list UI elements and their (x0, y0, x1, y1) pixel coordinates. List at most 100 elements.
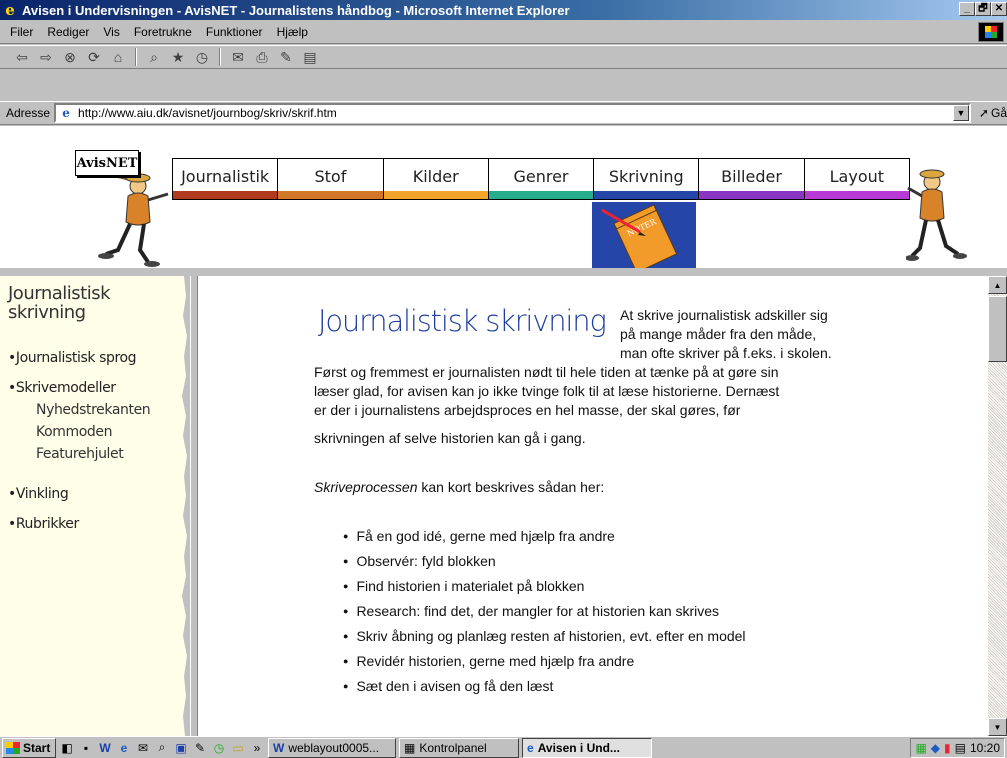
tab-genrer[interactable]: Genrer (488, 159, 595, 199)
sidebar-item-rubrikker[interactable]: •Rubrikker (8, 516, 79, 532)
tab-journalistik[interactable]: Journalistik (173, 159, 279, 199)
search-icon[interactable]: ⌕ (144, 47, 164, 67)
address-field[interactable]: e http://www.aiu.dk/avisnet/journbog/skr… (54, 103, 971, 123)
list-item: Få en god idé, gerne med hjælp fra andre (343, 524, 746, 549)
overflow-chevron[interactable]: » (249, 740, 265, 756)
menu-bar: Filer Rediger Vis Foretrukne Funktioner … (0, 20, 1007, 44)
tab-color-bar (594, 191, 699, 199)
windows-logo-icon (978, 22, 1004, 42)
chat-icon[interactable]: ▣ (173, 740, 189, 756)
menu-funktioner[interactable]: Funktioner (206, 25, 263, 39)
address-label: Adresse (6, 106, 51, 120)
search-icon[interactable]: ⌕ (154, 740, 170, 756)
word-doc-icon: W (273, 740, 285, 755)
back-icon[interactable]: ⇦ (12, 47, 32, 67)
process-intro: Skriveprocessen kan kort beskrives sådan… (314, 478, 604, 497)
go-button[interactable]: ➚ Gå (979, 106, 1007, 120)
task-label: weblayout0005... (288, 740, 380, 755)
go-label: Gå (990, 106, 1007, 120)
tab-stof[interactable]: Stof (278, 159, 384, 199)
scrollbar-thumb[interactable] (988, 296, 1007, 362)
tab-billeder[interactable]: Billeder (699, 159, 805, 199)
menu-rediger[interactable]: Rediger (47, 25, 89, 39)
network-icon[interactable]: ▦ (915, 741, 926, 755)
toolbar-separator (219, 48, 221, 66)
clock-icon[interactable]: ◷ (211, 740, 227, 756)
task-label: Kontrolpanel (419, 740, 487, 755)
tab-color-bar (173, 191, 278, 199)
desktop-icon[interactable]: ▪ (78, 740, 94, 756)
discuss-icon[interactable]: ▤ (300, 47, 320, 67)
avisnet-sign[interactable]: AvisNET (75, 150, 139, 176)
tab-label: Skrivning (608, 167, 684, 186)
tab-skrivning[interactable]: Skrivning (594, 159, 700, 199)
folder-icon[interactable]: ▭ (230, 740, 246, 756)
taskbar: Start ◧ ▪ W e ✉ ⌕ ▣ ✎ ◷ ▭ » W weblayout0… (0, 736, 1007, 758)
sidebar-item-skrivemodeller[interactable]: •Skrivemodeller (8, 380, 116, 396)
task-internet-explorer[interactable]: e Avisen i Und... (522, 737, 652, 758)
list-item: Find historien i materialet på blokken (343, 574, 746, 599)
sidebar-item-kommoden[interactable]: Kommoden (36, 424, 112, 440)
restore-button[interactable]: 🗗 (975, 2, 991, 16)
close-button[interactable]: ✕ (991, 2, 1007, 16)
scroll-down-icon[interactable]: ▼ (988, 718, 1007, 736)
chevron-down-icon[interactable]: ▼ (952, 105, 969, 121)
tray-app-icon[interactable]: ▮ (944, 741, 951, 755)
window-title-bar[interactable]: e Avisen i Undervisningen - AvisNET - Jo… (0, 0, 1007, 20)
internet-explorer-icon: e (5, 1, 15, 19)
volume-icon[interactable]: ◆ (931, 741, 940, 755)
internet-explorer-icon[interactable]: e (116, 740, 132, 756)
paint-icon[interactable]: ✎ (192, 740, 208, 756)
task-label: Avisen i Und... (537, 740, 620, 755)
start-label: Start (23, 740, 51, 755)
stop-icon[interactable]: ⊗ (60, 47, 80, 67)
tab-color-bar (383, 191, 488, 199)
clock[interactable]: 10:20 (970, 741, 1000, 755)
frame-divider[interactable] (190, 276, 198, 736)
tab-kilder[interactable]: Kilder (383, 159, 489, 199)
tab-layout[interactable]: Layout (804, 159, 909, 199)
sidebar-item-journalistisk-sprog[interactable]: •Journalistisk sprog (8, 350, 137, 366)
keyboard-icon[interactable]: ▤ (955, 741, 966, 755)
home-icon[interactable]: ⌂ (108, 47, 128, 67)
quick-launch-icon[interactable]: ◧ (59, 740, 75, 756)
history-icon[interactable]: ◷ (192, 47, 212, 67)
tab-label: Billeder (721, 167, 782, 186)
minimize-button[interactable]: _ (959, 2, 975, 16)
outlook-icon[interactable]: ✉ (135, 740, 151, 756)
window-controls: _ 🗗 ✕ (959, 2, 1007, 16)
start-button[interactable]: Start (2, 737, 56, 758)
forward-icon[interactable]: ⇨ (36, 47, 56, 67)
sidebar-item-featurehjulet[interactable]: Featurehjulet (36, 446, 124, 462)
list-item: Revidér historien, gerne med hjælp fra a… (343, 649, 746, 674)
page-icon: e (62, 106, 70, 120)
print-icon[interactable]: ⎙ (252, 47, 272, 67)
tab-label: Stof (314, 167, 347, 186)
address-bar: Adresse e http://www.aiu.dk/avisnet/jour… (0, 101, 1007, 125)
sidebar-item-nyhedstrekanten[interactable]: Nyhedstrekanten (36, 402, 151, 418)
go-arrow-icon: ➚ (978, 106, 989, 120)
word-icon[interactable]: W (97, 740, 113, 756)
edit-icon[interactable]: ✎ (276, 47, 296, 67)
tab-color-bar (488, 191, 594, 199)
mail-icon[interactable]: ✉ (228, 47, 248, 67)
intro-text: man ofte skriver på f.eks. i skolen. (620, 345, 832, 361)
task-kontrolpanel[interactable]: ▦ Kontrolpanel (399, 737, 519, 758)
cartoon-reporter-right-icon (906, 169, 967, 261)
toolbar-spacer (0, 70, 1007, 101)
menu-vis[interactable]: Vis (103, 25, 119, 39)
menu-filer[interactable]: Filer (10, 25, 33, 39)
vertical-scrollbar[interactable]: ▲ ▼ (988, 276, 1007, 736)
menu-foretrukne[interactable]: Foretrukne (134, 25, 192, 39)
task-weblayout[interactable]: W weblayout0005... (268, 737, 396, 758)
system-tray: ▦ ◆ ▮ ▤ 10:20 (910, 738, 1005, 758)
menu-hjaelp[interactable]: Hjælp (277, 25, 308, 39)
favorites-icon[interactable]: ★ (168, 47, 188, 67)
refresh-icon[interactable]: ⟳ (84, 47, 104, 67)
address-url: http://www.aiu.dk/avisnet/journbog/skriv… (78, 106, 337, 120)
sidebar-frame: Journalistisk skrivning •Journalistisk s… (0, 276, 190, 736)
tab-label: Journalistik (181, 167, 270, 186)
scroll-up-icon[interactable]: ▲ (988, 276, 1007, 294)
sidebar-item-vinkling[interactable]: •Vinkling (8, 486, 69, 502)
intro-text: på mange måder fra den måde, (620, 326, 817, 342)
